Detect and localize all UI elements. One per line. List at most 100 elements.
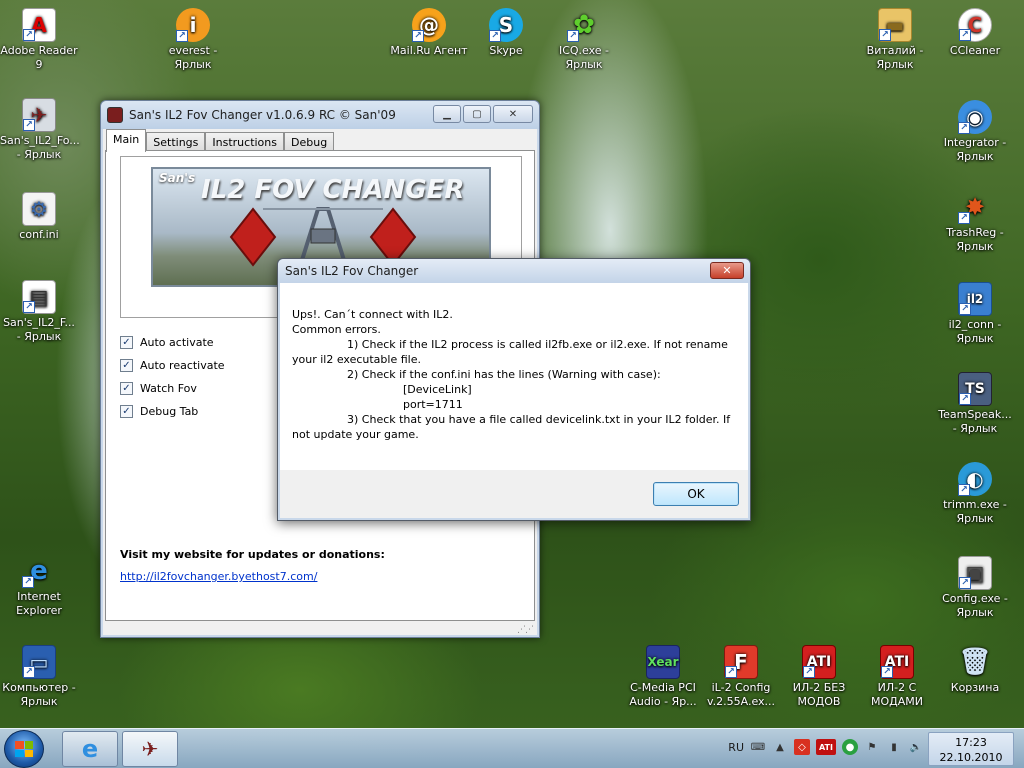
desktop-icon-recycle-bin[interactable]: 🗑 Корзина — [936, 645, 1014, 695]
dialog-close-button[interactable]: ✕ — [710, 262, 744, 279]
tab-main[interactable]: Main — [106, 129, 147, 152]
il2-config-icon: F ↗ — [724, 645, 758, 679]
website-link[interactable]: http://il2fovchanger.byethost7.com/ — [120, 570, 317, 583]
desktop-icon-label: ИЛ-2 С МОДАМИ — [871, 681, 923, 708]
error-dialog: San's IL2 Fov Changer ✕ Ups!. Can´t conn… — [277, 258, 751, 521]
power-tray-icon[interactable]: ▮ — [886, 739, 902, 755]
checkbox-auto-activate[interactable]: ✓ Auto activate — [120, 331, 225, 354]
trashreg-icon: ✸ ↗ — [958, 190, 992, 224]
tab-instructions[interactable]: Instructions — [205, 132, 284, 151]
checkbox-checked-icon[interactable]: ✓ — [120, 359, 133, 372]
desktop-icon-label: Integrator - Ярлык — [943, 136, 1007, 163]
desktop-icon-teamspeak[interactable]: TS ↗ TeamSpeak... - Ярлык — [936, 372, 1014, 436]
message-line: port=1711 — [403, 398, 463, 411]
desktop-icon-il2-fov-shortcut[interactable]: ▤ ↗ San's_IL2_F... - Ярлык — [0, 280, 78, 344]
desktop-icon-label: trimm.exe - Ярлык — [943, 498, 1007, 525]
tab-settings[interactable]: Settings — [146, 132, 206, 151]
folder-icon: ▬ ↗ — [878, 8, 912, 42]
desktop-icon-il2-mods[interactable]: ATI ↗ ИЛ-2 С МОДАМИ — [858, 645, 936, 709]
desktop-icon-label: Mail.Ru Агент — [390, 44, 468, 57]
checkbox-checked-icon[interactable]: ✓ — [120, 405, 133, 418]
desktop-icon-cmedia[interactable]: Xear C-Media PCI Audio - Яр... — [624, 645, 702, 709]
show-hidden-icons-arrow-icon[interactable]: ▲ — [772, 739, 788, 755]
desktop-icon-icq[interactable]: ✿ ↗ ICQ.exe - Ярлык — [545, 8, 623, 72]
message-line: 2) Check if the conf.ini has the lines (… — [347, 368, 661, 381]
tab-debug[interactable]: Debug — [284, 132, 335, 151]
taskbar-internet-explorer[interactable]: e — [62, 731, 118, 767]
message-line: not update your game. — [292, 428, 419, 441]
desktop-icon-conf-ini[interactable]: ⚙ conf.ini — [0, 192, 78, 242]
desktop-icon-skype[interactable]: S ↗ Skype — [467, 8, 545, 58]
desktop-icon-mailru-agent[interactable]: @ ↗ Mail.Ru Агент — [390, 8, 468, 58]
il2-fov-changer-icon: ✈ ↗ — [22, 98, 56, 132]
tab-strip: Main Settings Instructions Debug — [106, 129, 335, 152]
desktop-icon-label: TrashReg - Ярлык — [946, 226, 1004, 253]
resize-grip[interactable]: ⋰⋰ — [517, 625, 534, 635]
desktop-icon-folder-vitaliy[interactable]: ▬ ↗ Виталий - Ярлык — [856, 8, 934, 72]
ati-il2-icon: ATI ↗ — [802, 645, 836, 679]
desktop-icon-everest[interactable]: i ↗ everest - Ярлык — [154, 8, 232, 72]
volume-icon[interactable]: 🔈 — [908, 739, 924, 755]
desktop-icon-internet-explorer[interactable]: e ↗ Internet Explorer — [0, 554, 78, 618]
checkbox-checked-icon[interactable]: ✓ — [120, 336, 133, 349]
taskbar-il2-fov-changer[interactable]: ✈ — [122, 731, 178, 767]
ok-button[interactable]: OK — [653, 482, 739, 506]
desktop-icon-label: San's_IL2_Fo... - Ярлык — [0, 134, 80, 161]
desktop-icon-label: Виталий - Ярлык — [866, 44, 924, 71]
maximize-button[interactable]: ▢ — [463, 105, 491, 123]
flag-tray-icon[interactable]: ⚑ — [864, 739, 880, 755]
il2-fov-shortcut-icon: ▤ ↗ — [22, 280, 56, 314]
message-line: 3) Check that you have a file called dev… — [347, 413, 731, 426]
integrator-icon: ◉ ↗ — [958, 100, 992, 134]
keyboard-icon[interactable]: ⌨ — [750, 739, 766, 755]
cmedia-icon: Xear — [646, 645, 680, 679]
website-label: Visit my website for updates or donation… — [120, 548, 385, 561]
desktop-icon-adobe-reader[interactable]: A ↗ Adobe Reader 9 — [0, 8, 78, 72]
checkbox-checked-icon[interactable]: ✓ — [120, 382, 133, 395]
clock[interactable]: 17:23 22.10.2010 — [928, 732, 1014, 766]
desktop-icon-config-exe[interactable]: ▣ ↗ Config.exe - Ярлык — [936, 556, 1014, 620]
desktop-icon-label: iL-2 Config v.2.55A.ex... — [706, 681, 776, 708]
desktop-icon-il2-no-mods[interactable]: ATI ↗ ИЛ-2 БЕЗ МОДОВ — [780, 645, 858, 709]
main-window-titlebar[interactable]: San's IL2 Fov Changer v1.0.6.9 RC © San'… — [101, 101, 539, 129]
desktop-icon-il2-config[interactable]: F ↗ iL-2 Config v.2.55A.ex... — [702, 645, 780, 709]
il2-fov-changer-icon: ✈ — [141, 737, 159, 761]
desktop-icon-label: ICQ.exe - Ярлык — [558, 44, 610, 71]
desktop-icon-il2-fov-changer[interactable]: ✈ ↗ San's_IL2_Fo... - Ярлык — [0, 98, 80, 162]
language-indicator[interactable]: RU — [728, 741, 744, 754]
desktop-icon-label: Компьютер - Ярлык — [2, 681, 76, 708]
system-tray: RU ⌨ ▲ ◇ ATI ● ⚑ ▮ 🔈 — [728, 739, 924, 755]
desktop-icon-il2-conn[interactable]: il2 ↗ il2_conn - Ярлык — [936, 282, 1014, 346]
internet-explorer-icon: e ↗ — [22, 554, 56, 588]
close-button[interactable]: ✕ — [493, 105, 533, 123]
desktop-icon-computer[interactable]: ▭ ↗ Компьютер - Ярлык — [0, 645, 78, 709]
desktop-icon-ccleaner[interactable]: C ↗ CCleaner — [936, 8, 1014, 58]
minimize-button[interactable]: ▁ — [433, 105, 461, 123]
checkbox-auto-reactivate[interactable]: ✓ Auto reactivate — [120, 354, 225, 377]
network-alert-icon[interactable]: ◇ — [794, 739, 810, 755]
checkbox-debug-tab[interactable]: ✓ Debug Tab — [120, 400, 225, 423]
checkbox-label: Debug Tab — [140, 405, 199, 418]
desktop-icon-trimm[interactable]: ◐ ↗ trimm.exe - Ярлык — [936, 462, 1014, 526]
dialog-titlebar[interactable]: San's IL2 Fov Changer — [278, 259, 750, 283]
start-button[interactable] — [4, 730, 44, 768]
desktop-icon-label: Adobe Reader 9 — [0, 44, 78, 71]
desktop-icon-trashreg[interactable]: ✸ ↗ TrashReg - Ярлык — [936, 190, 1014, 254]
message-line: 1) Check if the IL2 process is called il… — [347, 338, 728, 351]
ati-il2-mods-icon: ATI ↗ — [880, 645, 914, 679]
windows-logo-icon — [15, 741, 33, 757]
checkbox-watch-fov[interactable]: ✓ Watch Fov — [120, 377, 225, 400]
checkbox-label: Watch Fov — [140, 382, 197, 395]
dialog-message: Ups!. Can´t connect with IL2. Common err… — [280, 283, 748, 470]
message-line: Common errors. — [292, 323, 381, 336]
options-checklist: ✓ Auto activate ✓ Auto reactivate ✓ Watc… — [120, 331, 225, 423]
desktop-icon-label: Skype — [489, 44, 523, 57]
green-app-tray-icon[interactable]: ● — [842, 739, 858, 755]
desktop-icon-integrator[interactable]: ◉ ↗ Integrator - Ярлык — [936, 100, 1014, 164]
dialog-button-area: OK — [280, 470, 748, 518]
everest-icon: i ↗ — [176, 8, 210, 42]
message-line: [DeviceLink] — [403, 383, 472, 396]
message-line: your il2 executable file. — [292, 353, 421, 366]
ati-tray-icon[interactable]: ATI — [816, 739, 836, 755]
desktop-icon-label: conf.ini — [19, 228, 59, 241]
